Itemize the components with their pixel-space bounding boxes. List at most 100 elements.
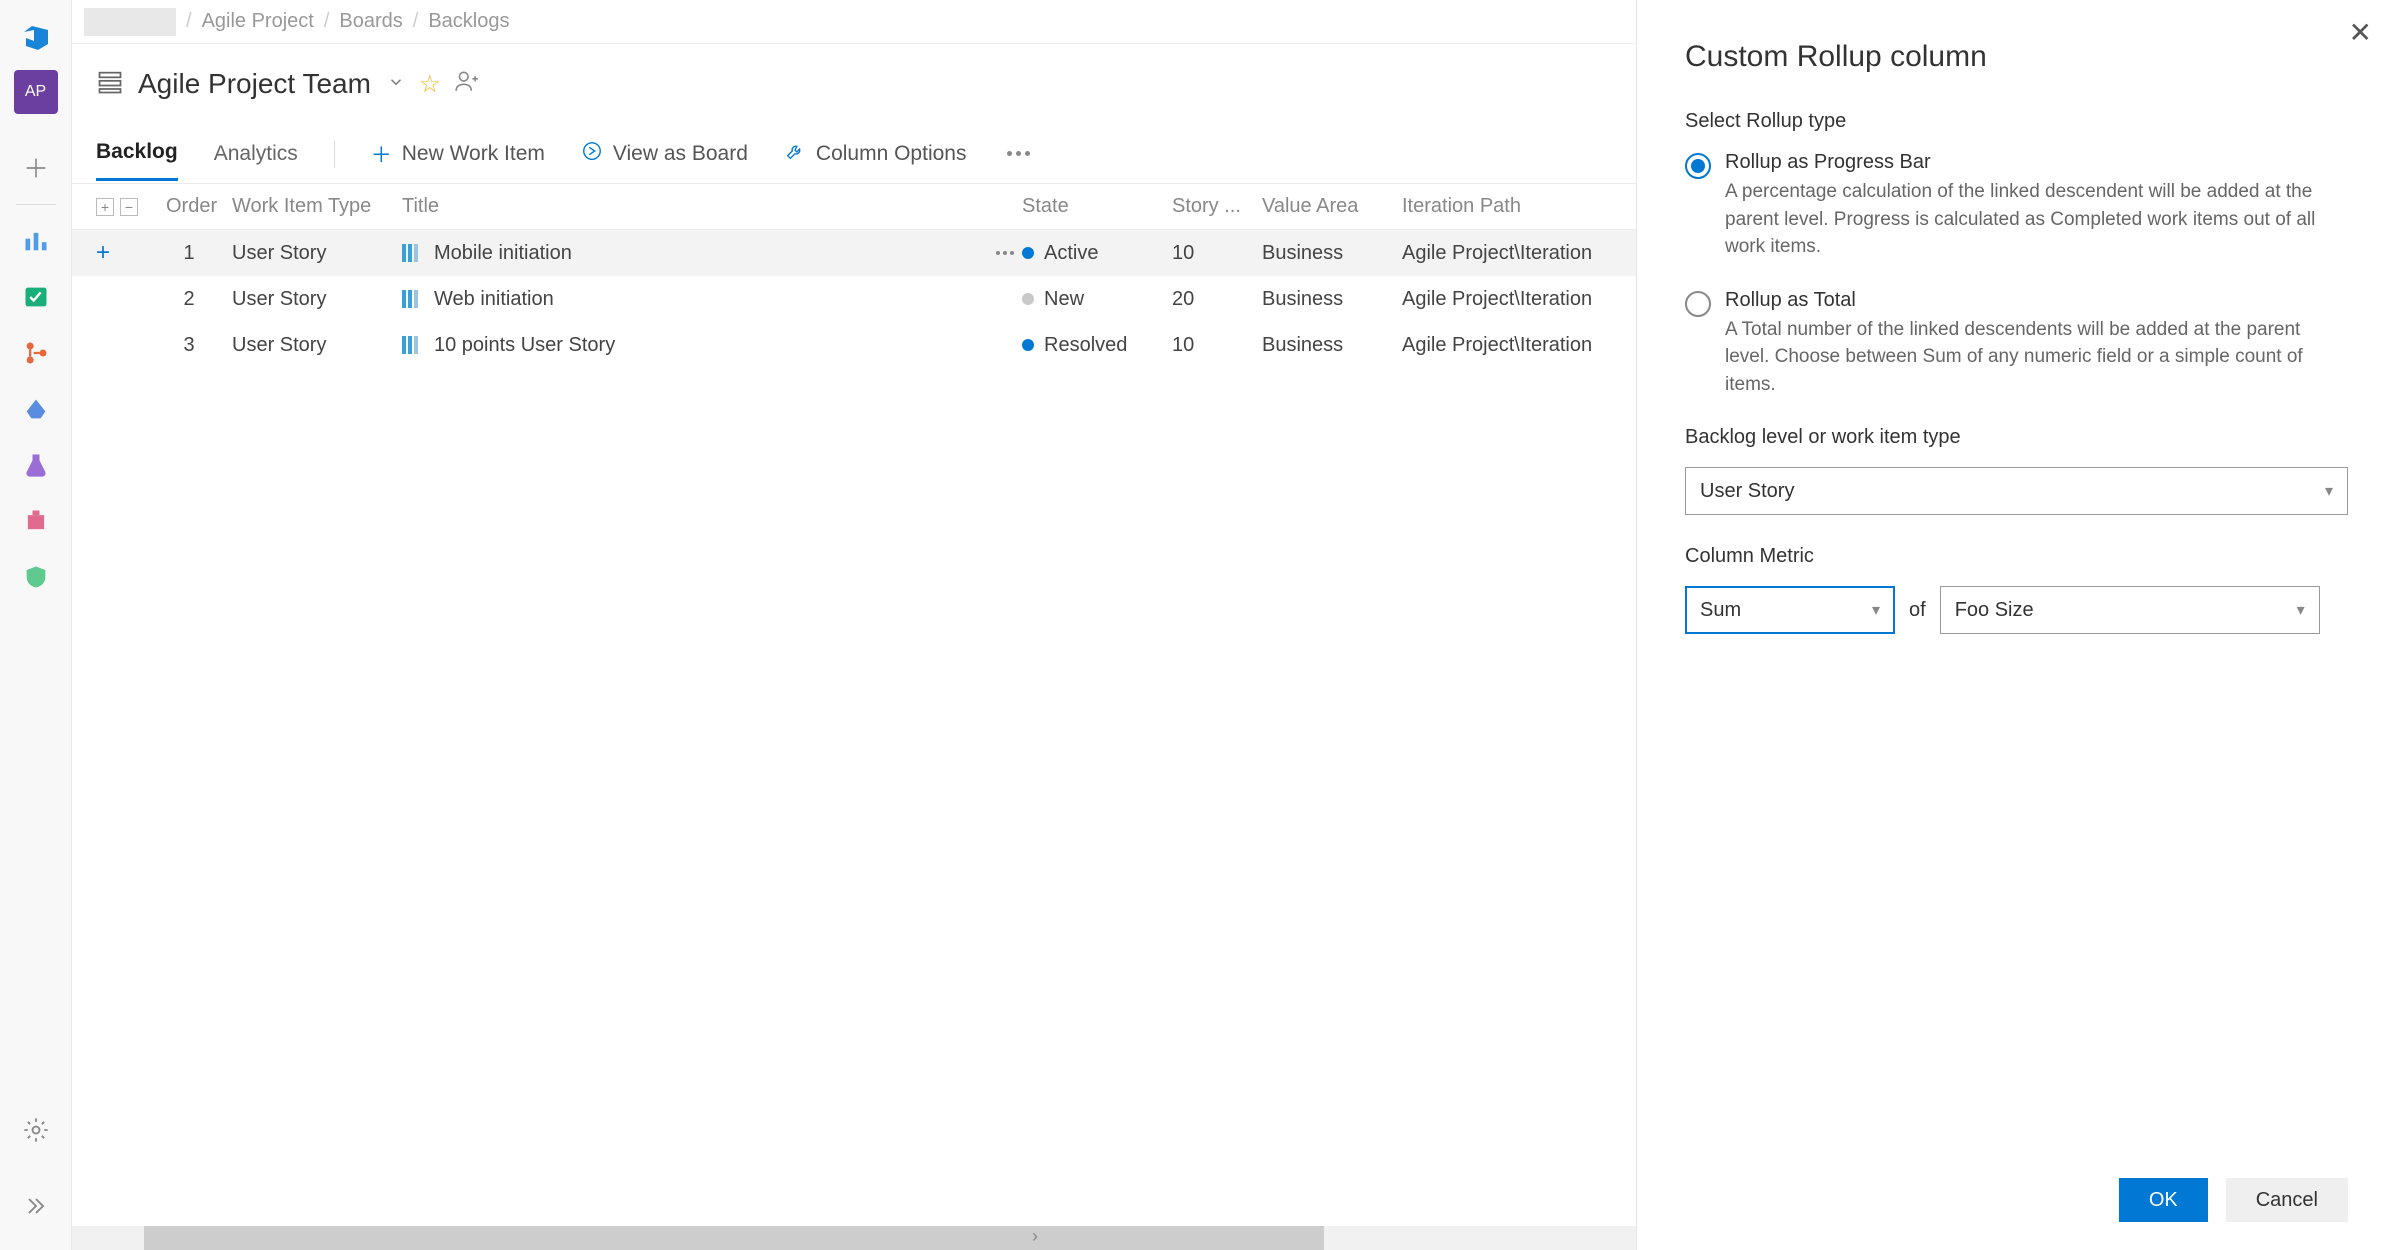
boards-icon[interactable] (14, 275, 58, 319)
breadcrumb-project[interactable]: Agile Project (202, 10, 314, 33)
cell-iteration: Agile Project\Iteration (1402, 242, 1602, 265)
artifacts-icon[interactable] (14, 499, 58, 543)
col-iteration[interactable]: Iteration Path (1402, 195, 1602, 218)
breadcrumb-boards[interactable]: Boards (339, 10, 402, 33)
metric-field-select[interactable]: Foo Size ▾ (1940, 586, 2320, 634)
horizontal-scrollbar[interactable] (72, 1226, 1636, 1250)
rollup-type-label: Select Rollup type (1685, 110, 2348, 133)
more-actions-button[interactable] (1002, 144, 1034, 164)
backlog-level-value: User Story (1700, 480, 1794, 503)
cell-order: 2 (166, 288, 232, 311)
cell-state: Resolved (1022, 334, 1172, 357)
radio-button[interactable] (1685, 153, 1711, 179)
left-nav-rail: AP (0, 0, 72, 1250)
plus-icon: ＋ (371, 139, 392, 169)
cell-iteration: Agile Project\Iteration (1402, 334, 1602, 357)
state-dot-icon (1022, 339, 1034, 351)
table-row[interactable]: 3User Story10 points User StoryResolved1… (72, 322, 1636, 368)
new-work-item-button[interactable]: ＋ New Work Item (371, 139, 545, 169)
backlog-grid: + − Order Work Item Type Title State Sto… (72, 184, 1636, 1226)
column-options-label: Column Options (816, 142, 967, 166)
dashboards-icon[interactable] (14, 219, 58, 263)
grid-header-row: + − Order Work Item Type Title State Sto… (72, 184, 1636, 230)
cell-title[interactable]: 10 points User Story (402, 334, 962, 357)
metric-of-label: of (1909, 599, 1926, 622)
user-story-icon (402, 336, 424, 354)
column-options-button[interactable]: Column Options (784, 140, 967, 168)
user-story-icon (402, 290, 424, 308)
tab-analytics[interactable]: Analytics (214, 128, 298, 180)
chevron-down-icon: ▾ (1872, 600, 1880, 620)
breadcrumb-backlogs[interactable]: Backlogs (428, 10, 509, 33)
state-dot-icon (1022, 293, 1034, 305)
cancel-button[interactable]: Cancel (2226, 1178, 2348, 1222)
cell-value: Business (1262, 242, 1402, 265)
col-title[interactable]: Title (402, 195, 962, 218)
radio-title: Rollup as Total (1725, 289, 2348, 312)
column-metric-label: Column Metric (1685, 545, 2348, 568)
cell-type: User Story (232, 288, 402, 311)
col-order[interactable]: Order (166, 195, 232, 218)
cell-value: Business (1262, 288, 1402, 311)
view-as-board-button[interactable]: View as Board (581, 140, 748, 168)
breadcrumb: / Agile Project / Boards / Backlogs (72, 0, 1636, 44)
divider (334, 140, 335, 168)
org-placeholder[interactable] (84, 8, 176, 36)
collapse-all-button[interactable]: − (120, 198, 138, 216)
expand-all-button[interactable]: + (96, 198, 114, 216)
breadcrumb-separator: / (413, 10, 419, 33)
new-work-item-label: New Work Item (402, 142, 545, 166)
add-child-icon[interactable]: + (96, 239, 166, 267)
team-title[interactable]: Agile Project Team (138, 68, 371, 100)
col-type[interactable]: Work Item Type (232, 195, 402, 218)
team-members-icon[interactable] (454, 68, 480, 100)
metric-aggregation-select[interactable]: Sum ▾ (1685, 586, 1895, 634)
custom-rollup-panel: ✕ Custom Rollup column Select Rollup typ… (1636, 0, 2396, 1250)
radio-button[interactable] (1685, 291, 1711, 317)
repos-icon[interactable] (14, 331, 58, 375)
tab-backlog[interactable]: Backlog (96, 126, 178, 181)
user-story-icon (402, 244, 424, 262)
favorite-star-icon[interactable]: ☆ (419, 70, 441, 99)
row-more-actions[interactable] (996, 251, 1014, 255)
cell-value: Business (1262, 334, 1402, 357)
project-avatar[interactable]: AP (14, 70, 58, 114)
panel-title: Custom Rollup column (1685, 40, 2348, 74)
expand-rail-icon[interactable] (14, 1184, 58, 1228)
cell-story: 20 (1172, 288, 1262, 311)
divider (16, 204, 56, 205)
main-content: / Agile Project / Boards / Backlogs Agil… (72, 0, 1636, 1250)
pipelines-icon[interactable] (14, 387, 58, 431)
metric-field-value: Foo Size (1955, 599, 2034, 622)
backlog-level-select[interactable]: User Story ▾ (1685, 467, 2348, 515)
col-state[interactable]: State (1022, 195, 1172, 218)
cell-title[interactable]: Mobile initiation (402, 242, 962, 265)
col-story[interactable]: Story ... (1172, 195, 1262, 218)
table-row[interactable]: 2User StoryWeb initiationNew20BusinessAg… (72, 276, 1636, 322)
add-icon[interactable] (14, 146, 58, 190)
breadcrumb-separator: / (324, 10, 330, 33)
metric-aggregation-value: Sum (1700, 599, 1741, 622)
cell-type: User Story (232, 334, 402, 357)
cell-order: 1 (166, 242, 232, 265)
cell-iteration: Agile Project\Iteration (1402, 288, 1602, 311)
azure-devops-logo-icon[interactable] (14, 14, 58, 58)
chevron-down-icon[interactable] (387, 73, 405, 96)
col-value[interactable]: Value Area (1262, 195, 1402, 218)
cell-title[interactable]: Web initiation (402, 288, 962, 311)
testplans-icon[interactable] (14, 443, 58, 487)
ok-button[interactable]: OK (2119, 1178, 2208, 1222)
cell-story: 10 (1172, 334, 1262, 357)
breadcrumb-separator: / (186, 10, 192, 33)
wrench-icon (784, 140, 806, 168)
rollup-type-option[interactable]: Rollup as Progress BarA percentage calcu… (1685, 151, 2348, 261)
security-icon[interactable] (14, 555, 58, 599)
close-panel-button[interactable]: ✕ (2349, 16, 2372, 49)
settings-icon[interactable] (14, 1108, 58, 1152)
table-row[interactable]: +1User StoryMobile initiationActive10Bus… (72, 230, 1636, 276)
cell-state: Active (1022, 242, 1172, 265)
backlog-icon (96, 68, 124, 101)
rollup-type-option[interactable]: Rollup as TotalA Total number of the lin… (1685, 289, 2348, 399)
chevron-down-icon: ▾ (2325, 481, 2333, 501)
board-arrow-icon (581, 140, 603, 168)
